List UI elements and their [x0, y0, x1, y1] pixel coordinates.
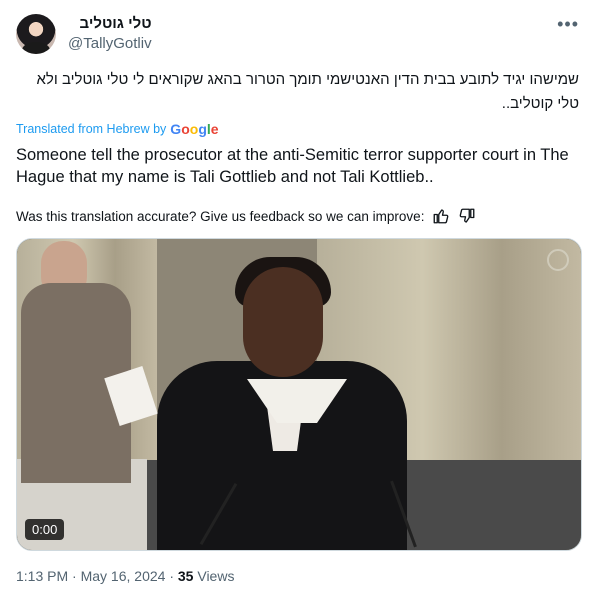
avatar[interactable]	[16, 14, 56, 54]
tweet-translation-text: Someone tell the prosecutor at the anti-…	[16, 146, 569, 186]
tweet-header: טלי גוטליב @TallyGotliv •••	[16, 12, 579, 56]
views-label: Views	[197, 568, 235, 584]
tweet-meta: 1:13 PM · May 16, 2024 · 35 Views	[16, 568, 234, 584]
more-horizontal-icon[interactable]: •••	[557, 14, 579, 35]
feedback-prompt: Was this translation accurate? Give us f…	[16, 208, 425, 224]
views-count: 35	[177, 568, 194, 584]
thumbs-down-icon[interactable]	[458, 207, 476, 225]
tweet-date[interactable]: May 16, 2024	[81, 568, 166, 584]
translation-feedback: Was this translation accurate? Give us f…	[16, 207, 476, 225]
meta-separator: ·	[72, 568, 77, 584]
tweet-original-text: שמישהו יגיד לתובע בבית הדין האנטישמי תומ…	[36, 71, 579, 112]
author-handle[interactable]: @TallyGotliv	[68, 34, 152, 54]
google-logo: Google	[170, 121, 219, 137]
author-info: טלי גוטליב @TallyGotliv	[68, 14, 152, 54]
video-player[interactable]: 0:00	[16, 238, 582, 551]
meta-separator: ·	[169, 568, 174, 584]
un-logo-icon	[547, 249, 569, 271]
thumbs-up-icon[interactable]	[432, 207, 450, 225]
tweet-time[interactable]: 1:13 PM	[16, 568, 68, 584]
video-duration: 0:00	[25, 519, 65, 540]
translated-from-label: Translated from Hebrew by	[16, 122, 167, 136]
translation-attribution[interactable]: Translated from Hebrew by Google	[16, 121, 219, 137]
author-display-name[interactable]: טלי גוטליב	[68, 14, 152, 34]
